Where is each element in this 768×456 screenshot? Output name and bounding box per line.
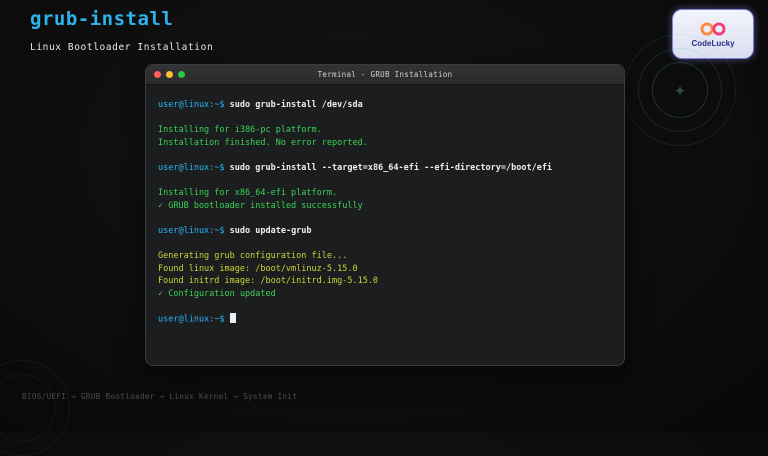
terminal-line: Installing for i386-pc platform. <box>158 124 612 137</box>
shell-prompt: user@linux:~$ <box>158 315 230 325</box>
shell-command: sudo grub-install --target=x86_64-efi --… <box>230 163 552 173</box>
shell-prompt: user@linux:~$ <box>158 226 230 236</box>
page-title: grub-install <box>30 8 173 30</box>
terminal-line: Found initrd image: /boot/initrd.img-5.1… <box>158 275 612 288</box>
terminal-line <box>158 149 612 162</box>
ring-inner <box>652 62 708 118</box>
terminal-line: ✓ GRUB bootloader installed successfully <box>158 200 612 213</box>
terminal-line: ✓ Configuration updated <box>158 288 612 301</box>
terminal-line <box>158 175 612 188</box>
terminal-line <box>158 301 612 314</box>
terminal-line: user@linux:~$ <box>158 313 612 326</box>
terminal-line: user@linux:~$ sudo grub-install --target… <box>158 162 612 175</box>
brand-name: CodeLucky <box>691 39 734 48</box>
ring-outer <box>0 360 70 456</box>
decorative-ring-bottom-left <box>0 360 70 456</box>
infinity-icon <box>696 21 730 37</box>
terminal-line: Generating grub configuration file... <box>158 250 612 263</box>
page-subtitle: Linux Bootloader Installation <box>30 42 213 53</box>
terminal-window: Terminal - GRUB Installation user@linux:… <box>145 64 625 366</box>
terminal-cursor <box>230 313 236 323</box>
shell-command: sudo update-grub <box>230 226 312 236</box>
terminal-titlebar[interactable]: Terminal - GRUB Installation <box>146 65 624 85</box>
terminal-line: user@linux:~$ sudo grub-install /dev/sda <box>158 99 612 112</box>
terminal-title: Terminal - GRUB Installation <box>146 70 624 79</box>
footer-breadcrumb: BIOS/UEFI → GRUB Bootloader → Linux Kern… <box>22 392 297 401</box>
terminal-line <box>158 212 612 225</box>
shell-prompt: user@linux:~$ <box>158 163 230 173</box>
terminal-line <box>158 112 612 125</box>
terminal-line: Installing for x86_64-efi platform. <box>158 187 612 200</box>
terminal-line: Found linux image: /boot/vmlinuz-5.15.0 <box>158 263 612 276</box>
terminal-line: Installation finished. No error reported… <box>158 137 612 150</box>
star-glyph-icon: ✦ <box>624 77 736 101</box>
ring-middle <box>638 48 722 132</box>
terminal-line <box>158 238 612 251</box>
terminal-line: user@linux:~$ sudo update-grub <box>158 225 612 238</box>
terminal-output[interactable]: user@linux:~$ sudo grub-install /dev/sda… <box>146 85 624 326</box>
shell-command: sudo grub-install /dev/sda <box>230 100 363 110</box>
slide: grub-install Linux Bootloader Installati… <box>0 0 768 432</box>
shell-prompt: user@linux:~$ <box>158 100 230 110</box>
brand-badge: CodeLucky <box>672 9 754 59</box>
